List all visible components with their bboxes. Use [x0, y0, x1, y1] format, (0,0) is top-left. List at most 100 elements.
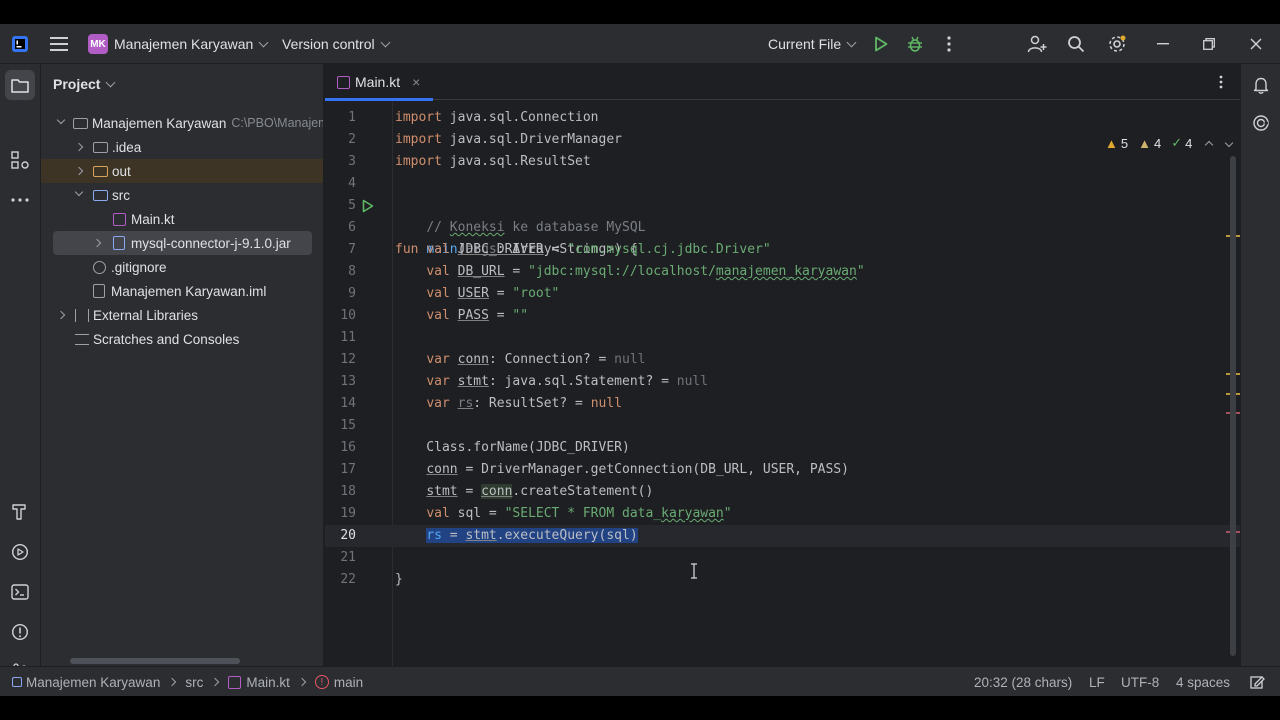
tab-main-kt[interactable]: Main.kt ×: [325, 64, 433, 101]
project-panel-title: Project: [53, 76, 101, 92]
excluded-folder-icon: [93, 165, 108, 177]
project-badge: MK: [88, 34, 108, 54]
run-config-selector[interactable]: Current File: [768, 24, 857, 64]
code-line[interactable]: 13 var stmt: java.sql.Statement? = null: [325, 371, 1240, 393]
expand-arrow-icon[interactable]: [74, 142, 84, 152]
services-icon[interactable]: [8, 540, 32, 564]
terminal-icon[interactable]: [8, 580, 32, 604]
project-switcher[interactable]: MK Manajemen Karyawan: [88, 24, 269, 64]
mouse-ibeam-cursor: [690, 563, 698, 579]
run-icon[interactable]: [871, 34, 891, 54]
main-menu-icon[interactable]: [48, 34, 70, 54]
tree-item-gitignore[interactable]: .gitignore: [41, 255, 323, 279]
project-tool-window: Project Manajemen Karyawan C:\PBO\Manaje…: [41, 64, 324, 666]
tree-item-external-libraries[interactable]: External Libraries: [41, 303, 323, 327]
expand-arrow-icon[interactable]: [56, 310, 66, 320]
tree-item-iml[interactable]: Manajemen Karyawan.iml: [41, 279, 323, 303]
code-line[interactable]: 19 val sql = "SELECT * FROM data_karyawa…: [325, 503, 1240, 525]
indent-settings[interactable]: 4 spaces: [1176, 667, 1230, 696]
more-tools-icon[interactable]: [8, 188, 32, 212]
breadcrumb-project[interactable]: Manajemen Karyawan: [26, 675, 160, 690]
readonly-toggle-icon[interactable]: [1248, 674, 1266, 690]
notifications-bell-icon[interactable]: [1250, 74, 1272, 96]
search-icon[interactable]: [1066, 34, 1086, 54]
tree-item-label: External Libraries: [93, 307, 199, 323]
tree-item-src[interactable]: src: [41, 183, 323, 207]
previous-problem-icon[interactable]: [1205, 140, 1214, 150]
code-line[interactable]: 1 import java.sql.Connection: [325, 107, 1240, 129]
expand-arrow-icon[interactable]: [74, 187, 84, 197]
breadcrumb-file[interactable]: Main.kt: [246, 675, 290, 690]
ai-assistant-icon[interactable]: [1250, 112, 1272, 134]
tree-item-project-root[interactable]: Manajemen Karyawan C:\PBO\Manajemen Kary…: [41, 111, 323, 135]
project-horizontal-scrollbar[interactable]: [70, 658, 240, 664]
code-line[interactable]: 5 fun main(args: Array<String>) {: [325, 195, 1240, 257]
minimize-icon[interactable]: [1153, 34, 1173, 54]
file-encoding[interactable]: UTF-8: [1121, 667, 1159, 696]
breadcrumb-separator-icon: [168, 677, 177, 687]
tree-item-mysql-jar[interactable]: mysql-connector-j-9.1.0.jar: [53, 231, 312, 255]
code-text: val sql = "SELECT * FROM data_karyawan": [426, 506, 732, 521]
library-icon: [75, 308, 89, 322]
inspection-widget[interactable]: ▲ 5 ▲ 4 ✓ 4: [1105, 134, 1234, 152]
code-line[interactable]: 2 import java.sql.DriverManager: [325, 129, 1240, 151]
restore-icon[interactable]: [1199, 34, 1219, 54]
tree-item-label: src: [112, 187, 130, 203]
breadcrumb-function[interactable]: main: [334, 675, 363, 690]
tree-item-path: C:\PBO\Manajemen Karyawan: [231, 116, 323, 130]
code-text: }: [395, 572, 403, 587]
add-user-icon[interactable]: [1026, 34, 1048, 54]
tree-item-out[interactable]: out: [41, 159, 323, 183]
code-line[interactable]: 16 Class.forName(JDBC_DRIVER): [325, 437, 1240, 459]
code-line[interactable]: 4: [325, 173, 1240, 195]
project-panel-header[interactable]: Project: [53, 76, 116, 92]
tree-item-scratches[interactable]: Scratches and Consoles: [41, 327, 323, 351]
code-line[interactable]: 12 var conn: Connection? = null: [325, 349, 1240, 371]
tree-item-idea[interactable]: .idea: [41, 135, 323, 159]
code-line[interactable]: 9 val USER = "root": [325, 283, 1240, 305]
close-icon[interactable]: [1246, 34, 1266, 54]
code-text: import java.sql.ResultSet: [395, 154, 591, 169]
breadcrumb-src[interactable]: src: [185, 675, 203, 690]
code-line[interactable]: 15: [325, 415, 1240, 437]
code-line[interactable]: 17 conn = DriverManager.getConnection(DB…: [325, 459, 1240, 481]
code-editor[interactable]: 1 import java.sql.Connection 2 import java…: [325, 101, 1240, 666]
project-folder-icon[interactable]: [5, 70, 35, 100]
code-line[interactable]: 10 val PASS = "": [325, 305, 1240, 327]
structure-icon[interactable]: [8, 148, 32, 172]
editor-vertical-scrollbar[interactable]: [1230, 156, 1236, 656]
kotlin-file-icon: [228, 675, 242, 689]
code-line[interactable]: 22}: [325, 569, 1240, 591]
expand-arrow-icon[interactable]: [56, 115, 66, 125]
code-line[interactable]: 14 var rs: ResultSet? = null: [325, 393, 1240, 415]
code-line[interactable]: 8 val DB_URL = "jdbc:mysql://localhost/m…: [325, 261, 1240, 283]
caret-position[interactable]: 20:32 (28 chars): [974, 667, 1072, 696]
settings-gear-icon[interactable]: [1106, 34, 1128, 54]
tree-item-main-kt[interactable]: Main.kt: [41, 207, 323, 231]
problems-icon[interactable]: [8, 620, 32, 644]
vcs-widget[interactable]: Version control: [282, 24, 391, 64]
code-line[interactable]: 21: [325, 547, 1240, 569]
more-actions-icon[interactable]: [939, 34, 959, 54]
code-line[interactable]: 6 // Koneksi ke database MySQL: [325, 217, 1240, 239]
expand-arrow-icon[interactable]: [74, 166, 84, 176]
code-line[interactable]: 7 val JDBC_DRIVER = "com.mysql.cj.jdbc.D…: [325, 239, 1240, 261]
next-problem-icon[interactable]: [1225, 138, 1234, 148]
build-hammer-icon[interactable]: [8, 500, 32, 524]
line-separator[interactable]: LF: [1089, 667, 1105, 696]
scratches-icon: [75, 333, 89, 345]
code-line[interactable]: 18 stmt = conn.createStatement(): [325, 481, 1240, 503]
debug-icon[interactable]: [905, 34, 925, 54]
code-line[interactable]: 11: [325, 327, 1240, 349]
tab-options-icon[interactable]: [1213, 74, 1229, 90]
breadcrumb-separator-icon: [211, 677, 220, 687]
tab-close-icon[interactable]: ×: [412, 74, 420, 90]
expand-arrow-icon[interactable]: [92, 238, 102, 248]
function-error-icon: !: [314, 675, 329, 689]
run-gutter-icon[interactable]: [361, 199, 375, 213]
code-line[interactable]: 3 import java.sql.ResultSet: [325, 151, 1240, 173]
code-line-current[interactable]: 20 rs = stmt.executeQuery(sql): [325, 525, 1240, 547]
folder-icon: [93, 141, 108, 153]
line-number: 5: [348, 198, 356, 213]
run-config-label: Current File: [768, 36, 842, 52]
